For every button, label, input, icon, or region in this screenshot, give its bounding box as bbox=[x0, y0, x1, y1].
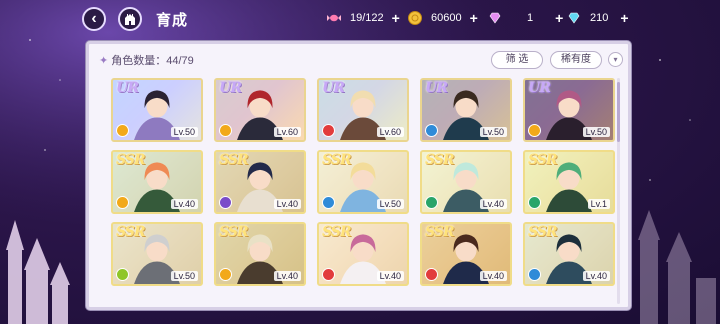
attribute-icon bbox=[219, 268, 232, 281]
character-count-text: 角色数量：44/79 bbox=[111, 55, 194, 67]
attribute-icon bbox=[322, 268, 335, 281]
rarity-badge: UR bbox=[219, 80, 242, 96]
character-card[interactable]: SSR Lv.50 bbox=[111, 222, 203, 286]
rarity-badge: SSR bbox=[116, 152, 146, 168]
attribute-icon bbox=[322, 124, 335, 137]
add-blue-diamond-button[interactable]: + bbox=[620, 10, 628, 26]
pink-gem-icon bbox=[489, 12, 501, 24]
blue-diamond-icon bbox=[568, 12, 580, 24]
attribute-icon bbox=[116, 124, 129, 137]
level-label: Lv.40 bbox=[376, 271, 404, 281]
candy-icon bbox=[327, 14, 341, 22]
character-card[interactable]: SSR Lv.40 bbox=[214, 150, 306, 214]
back-arrow-icon: ‹ bbox=[91, 10, 97, 27]
character-card[interactable]: SSR Lv.40 bbox=[420, 222, 512, 286]
attribute-icon bbox=[425, 196, 438, 209]
pink-gem-resource: 1 + bbox=[487, 10, 563, 26]
castle-home-icon bbox=[125, 14, 135, 25]
character-card[interactable]: SSR Lv.1 bbox=[523, 150, 615, 214]
attribute-icon bbox=[322, 196, 335, 209]
rarity-badge: UR bbox=[322, 80, 345, 96]
character-card[interactable]: UR Lv.60 bbox=[214, 78, 306, 142]
scrollbar[interactable] bbox=[617, 78, 620, 304]
rarity-badge: UR bbox=[528, 80, 551, 96]
rarity-badge: SSR bbox=[116, 224, 146, 240]
character-card[interactable]: UR Lv.50 bbox=[420, 78, 512, 142]
level-label: Lv.50 bbox=[376, 199, 404, 209]
level-label: Lv.40 bbox=[273, 271, 301, 281]
level-label: Lv.50 bbox=[479, 127, 507, 137]
character-card[interactable]: SSR Lv.40 bbox=[317, 222, 409, 286]
level-label: Lv.40 bbox=[582, 271, 610, 281]
rarity-badge: UR bbox=[116, 80, 139, 96]
coin-value: 60600 bbox=[431, 12, 462, 24]
chevron-down-icon: ▾ bbox=[613, 55, 618, 64]
level-label: Lv.1 bbox=[587, 199, 610, 209]
blue-diamond-value: 210 bbox=[590, 12, 609, 24]
sparkle-icon: ✦ bbox=[99, 55, 109, 67]
add-coin-button[interactable]: + bbox=[470, 10, 478, 26]
attribute-icon bbox=[425, 124, 438, 137]
attribute-icon bbox=[425, 268, 438, 281]
character-card[interactable]: SSR Lv.50 bbox=[317, 150, 409, 214]
level-label: Lv.60 bbox=[376, 127, 404, 137]
character-panel: ✦ 角色数量：44/79 筛 选 稀有度 ▾ UR Lv.50 UR Lv.60 UR Lv… bbox=[86, 41, 631, 310]
rarity-badge: SSR bbox=[425, 152, 455, 168]
character-card[interactable]: SSR Lv.40 bbox=[420, 150, 512, 214]
top-bar: ‹ 育成 19/122 + 60600 + 1 + 210 + bbox=[0, 0, 720, 36]
sort-toggle-button[interactable]: ▾ bbox=[608, 52, 623, 67]
level-label: Lv.60 bbox=[273, 127, 301, 137]
character-card[interactable]: UR Lv.50 bbox=[111, 78, 203, 142]
filter-button[interactable]: 筛 选 bbox=[491, 51, 543, 69]
attribute-icon bbox=[219, 196, 232, 209]
level-label: Lv.40 bbox=[273, 199, 301, 209]
character-card[interactable]: SSR Lv.40 bbox=[214, 222, 306, 286]
rarity-badge: SSR bbox=[219, 224, 249, 240]
rarity-sort-button[interactable]: 稀有度 bbox=[550, 51, 602, 69]
attribute-icon bbox=[116, 196, 129, 209]
rarity-badge: SSR bbox=[425, 224, 455, 240]
rarity-badge: SSR bbox=[219, 152, 249, 168]
level-label: Lv.40 bbox=[479, 199, 507, 209]
rarity-badge: SSR bbox=[322, 224, 352, 240]
character-grid: UR Lv.50 UR Lv.60 UR Lv.60 UR Lv.50 UR Lv.50 SSR Lv… bbox=[111, 78, 615, 304]
level-label: Lv.50 bbox=[170, 271, 198, 281]
rarity-badge: SSR bbox=[322, 152, 352, 168]
character-card[interactable]: SSR Lv.40 bbox=[523, 222, 615, 286]
attribute-icon bbox=[528, 268, 541, 281]
level-label: Lv.50 bbox=[582, 127, 610, 137]
level-label: Lv.50 bbox=[170, 127, 198, 137]
level-label: Lv.40 bbox=[479, 271, 507, 281]
candy-value: 19/122 bbox=[350, 12, 384, 24]
coin-resource: 60600 + bbox=[407, 10, 478, 26]
attribute-icon bbox=[219, 124, 232, 137]
attribute-icon bbox=[528, 196, 541, 209]
level-label: Lv.40 bbox=[170, 199, 198, 209]
home-button[interactable] bbox=[118, 7, 142, 31]
pink-gem-value: 1 bbox=[527, 12, 534, 24]
character-card[interactable]: UR Lv.60 bbox=[317, 78, 409, 142]
coin-icon bbox=[408, 11, 422, 25]
attribute-icon bbox=[116, 268, 129, 281]
rarity-badge: UR bbox=[425, 80, 448, 96]
page-title: 育成 bbox=[156, 12, 189, 29]
character-count-label: ✦ 角色数量：44/79 bbox=[99, 52, 194, 68]
attribute-icon bbox=[528, 124, 541, 137]
character-card[interactable]: UR Lv.50 bbox=[523, 78, 615, 142]
back-button[interactable]: ‹ bbox=[82, 7, 106, 31]
rarity-badge: SSR bbox=[528, 224, 558, 240]
blue-diamond-resource: 210 + bbox=[566, 10, 629, 26]
add-pink-gem-button[interactable]: + bbox=[555, 10, 563, 26]
candy-resource: 19/122 + bbox=[326, 10, 400, 26]
scrollbar-thumb[interactable] bbox=[617, 82, 620, 142]
rarity-badge: SSR bbox=[528, 152, 558, 168]
add-candy-button[interactable]: + bbox=[392, 10, 400, 26]
character-card[interactable]: SSR Lv.40 bbox=[111, 150, 203, 214]
